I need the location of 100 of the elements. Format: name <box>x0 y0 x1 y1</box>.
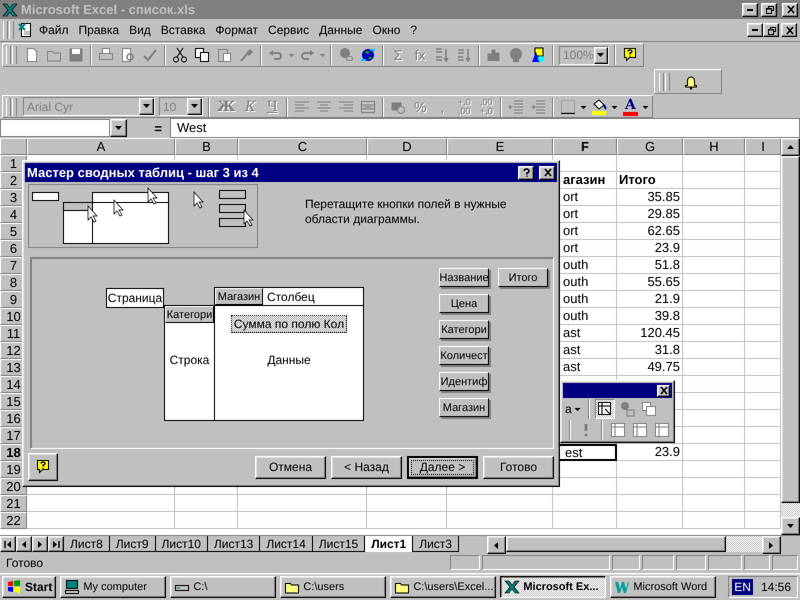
table-cell[interactable] <box>683 342 745 359</box>
table-cell[interactable]: 23.9 <box>617 444 683 461</box>
table-cell[interactable] <box>617 495 683 512</box>
dialog-button[interactable]: Далее > <box>407 456 478 478</box>
column-header[interactable]: C <box>238 138 367 155</box>
copy-icon[interactable] <box>194 47 210 63</box>
sheet-nav-button[interactable] <box>0 536 16 552</box>
column-header[interactable]: A <box>27 138 175 155</box>
grid-icon[interactable] <box>632 422 648 438</box>
table-cell[interactable] <box>683 274 745 291</box>
menu-item[interactable]: Вставка <box>156 23 210 37</box>
table-cell[interactable] <box>617 478 683 495</box>
menu-item[interactable]: Сервис <box>263 23 314 37</box>
table-cell[interactable] <box>617 155 683 172</box>
table-cell[interactable] <box>683 172 745 189</box>
table-cell[interactable] <box>683 223 745 240</box>
scroll-down-button[interactable] <box>781 517 800 535</box>
table-cell[interactable] <box>683 410 745 427</box>
taskbar-button[interactable]: C:\users\Excel... <box>390 576 496 598</box>
field-button[interactable]: Магазин <box>215 288 263 305</box>
table-cell[interactable] <box>683 427 745 444</box>
table-cell[interactable] <box>175 495 238 512</box>
scroll-right-button[interactable] <box>762 536 781 554</box>
help-icon[interactable] <box>622 47 638 63</box>
grid-icon[interactable] <box>654 422 670 438</box>
table-cell[interactable] <box>683 359 745 376</box>
table-cell[interactable]: 51.8 <box>617 257 683 274</box>
table-cell[interactable] <box>553 512 617 529</box>
field-button[interactable]: Итого <box>498 268 548 287</box>
field-button[interactable]: Категори <box>165 306 214 323</box>
table-cell[interactable] <box>683 155 745 172</box>
taskbar-button[interactable]: C:\users <box>280 576 386 598</box>
column-header[interactable]: D <box>367 138 447 155</box>
column-header[interactable]: G <box>617 138 683 155</box>
sheet-nav-button[interactable] <box>48 536 64 552</box>
help-button[interactable] <box>518 166 534 180</box>
table-cell[interactable] <box>27 512 175 529</box>
field-button[interactable]: Идентиф <box>439 372 489 391</box>
menu-item[interactable]: Правка <box>74 23 124 37</box>
data-area[interactable]: Сумма по полю Кол Данные <box>214 305 364 421</box>
paint-bucket-icon[interactable] <box>590 98 608 116</box>
field-button[interactable]: Магазин <box>439 398 489 417</box>
table-cell[interactable] <box>683 495 745 512</box>
row-area[interactable]: Категори Строка <box>164 305 215 421</box>
close-button[interactable] <box>782 2 798 16</box>
table-cell[interactable]: 62.65 <box>617 223 683 240</box>
table-cell[interactable]: 31.8 <box>617 342 683 359</box>
table-cell[interactable] <box>617 461 683 478</box>
taskbar-button[interactable]: Microsoft Word <box>610 576 716 598</box>
table-cell[interactable] <box>617 512 683 529</box>
sheet-tab[interactable]: Лист13 <box>208 536 260 552</box>
sheet-tab[interactable]: Лист9 <box>110 536 156 552</box>
taskbar-button[interactable]: My computer <box>60 576 166 598</box>
menu-item[interactable]: Файл <box>34 23 74 37</box>
table-cell[interactable]: 23.9 <box>617 240 683 257</box>
sheet-tab[interactable]: Лист14 <box>260 536 313 552</box>
shapes-icon[interactable] <box>530 47 546 63</box>
table-cell[interactable]: 55.65 <box>617 274 683 291</box>
pages-icon[interactable] <box>640 400 657 417</box>
scroll-track[interactable] <box>781 503 800 517</box>
menu-item[interactable]: Окно <box>367 23 406 37</box>
bell-icon[interactable] <box>683 74 699 90</box>
column-header[interactable]: F <box>553 138 617 155</box>
table-cell[interactable] <box>683 325 745 342</box>
column-header[interactable]: H <box>683 138 745 155</box>
table-cell[interactable] <box>553 495 617 512</box>
table-cell[interactable] <box>27 495 175 512</box>
table-cell[interactable]: 49.75 <box>617 359 683 376</box>
sheet-nav-button[interactable] <box>16 536 32 552</box>
name-box-dropdown[interactable] <box>110 119 127 137</box>
dialog-button[interactable]: < Назад <box>331 456 402 478</box>
name-box[interactable] <box>0 119 110 137</box>
formula-field[interactable]: West <box>170 118 800 138</box>
table-cell[interactable] <box>683 240 745 257</box>
table-cell[interactable] <box>683 257 745 274</box>
sheet-tab[interactable]: Лист8 <box>64 536 110 552</box>
taskbar-button[interactable]: C:\ <box>170 576 276 598</box>
grid-icon[interactable] <box>610 422 626 438</box>
row-header[interactable]: 21 <box>0 495 27 512</box>
field-button[interactable]: Название <box>439 268 489 287</box>
restore-button[interactable] <box>763 23 779 37</box>
close-button[interactable] <box>657 384 670 397</box>
sheet-tab[interactable]: Лист1 <box>365 536 414 552</box>
table-cell[interactable] <box>238 512 367 529</box>
scissors-icon[interactable] <box>172 47 188 63</box>
table-cell[interactable]: 29.85 <box>617 206 683 223</box>
table-cell[interactable] <box>683 393 745 410</box>
dialog-button[interactable]: Готово <box>483 456 554 478</box>
column-header[interactable]: B <box>175 138 238 155</box>
field-button[interactable]: Категори <box>439 320 489 339</box>
table-cell[interactable] <box>367 512 447 529</box>
table-cell[interactable] <box>683 512 745 529</box>
spreadsheet-document-icon[interactable] <box>18 22 34 38</box>
row-header[interactable]: 22 <box>0 512 27 529</box>
menu-item[interactable]: Данные <box>314 23 368 37</box>
minimize-button[interactable] <box>742 2 758 16</box>
table-cell[interactable] <box>683 461 745 478</box>
table-cell[interactable]: 21.9 <box>617 291 683 308</box>
table-cell[interactable] <box>683 444 745 461</box>
table-cell[interactable] <box>175 512 238 529</box>
